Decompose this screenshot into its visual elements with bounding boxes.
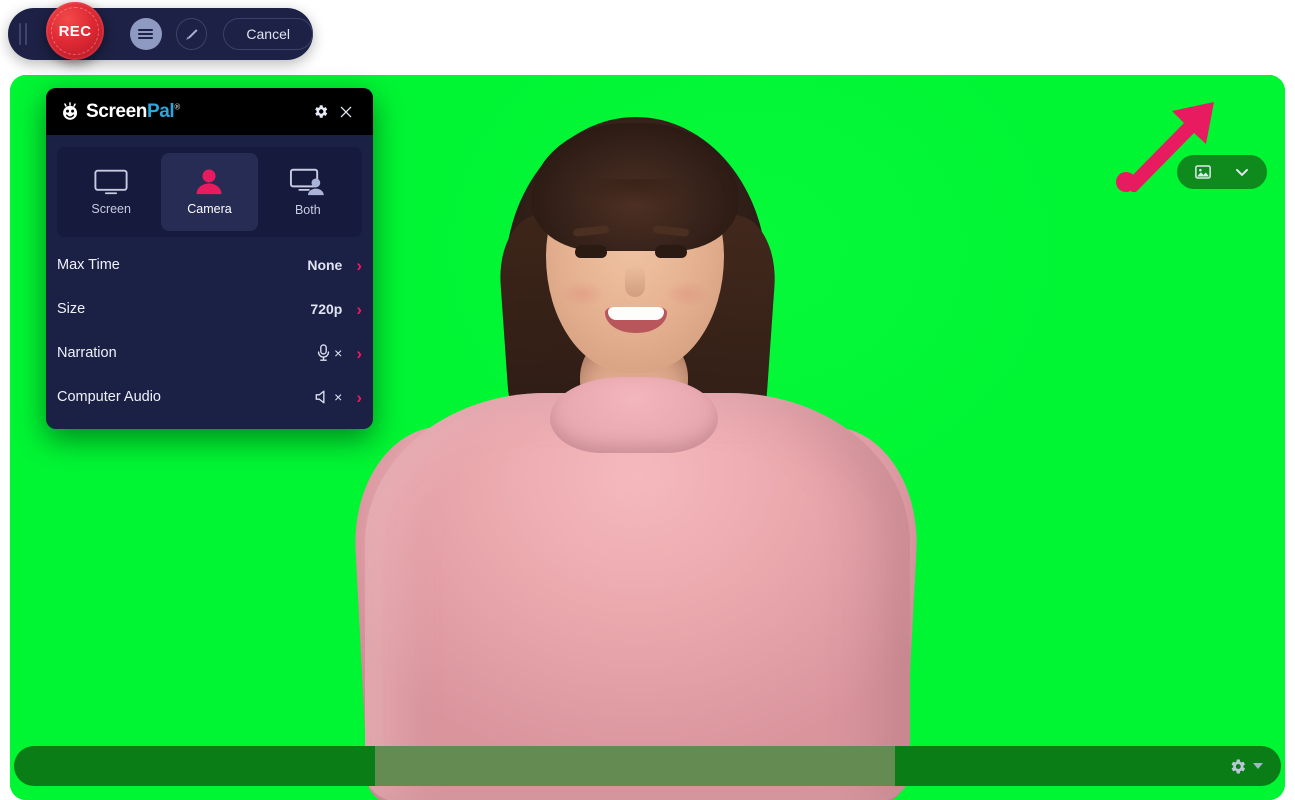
logo-text-secondary: Pal xyxy=(146,100,175,122)
close-icon xyxy=(340,106,352,117)
row-max-time-value: None xyxy=(307,257,343,273)
settings-rows: Max Time None › Size 720p › Narration × xyxy=(46,237,373,429)
toolbar-draw-button[interactable] xyxy=(175,18,208,50)
row-computer-audio-value: × xyxy=(314,389,342,405)
toolbar-menu-button[interactable] xyxy=(129,18,162,50)
subject-sweater xyxy=(365,393,910,800)
chevron-right-icon[interactable]: › xyxy=(356,345,362,362)
chevron-right-icon[interactable]: › xyxy=(356,389,362,406)
background-controls-pill xyxy=(1177,155,1267,189)
bottom-settings-button[interactable] xyxy=(1228,757,1247,776)
pencil-icon xyxy=(186,28,198,40)
panel-header: ScreenPal® xyxy=(46,88,373,135)
logo-trademark: ® xyxy=(174,102,180,112)
drag-line xyxy=(18,23,21,45)
logo-text-primary: Screen xyxy=(86,100,147,122)
cancel-button[interactable]: Cancel xyxy=(223,18,313,50)
speaker-off-icon xyxy=(315,390,325,404)
hamburger-line xyxy=(138,33,154,35)
subject-cheek-left xyxy=(561,281,605,307)
subject-collar xyxy=(550,377,718,453)
subject-eye-right xyxy=(655,245,687,258)
screenpal-logo: ScreenPal® xyxy=(60,101,180,123)
tab-screen[interactable]: Screen xyxy=(63,153,159,231)
image-background-button[interactable] xyxy=(1186,159,1220,185)
tab-camera-label: Camera xyxy=(187,201,232,216)
row-computer-audio-label: Computer Audio xyxy=(57,389,161,405)
bottom-settings-caret[interactable] xyxy=(1253,763,1263,769)
subject-nose xyxy=(625,265,645,297)
panel-settings-button[interactable] xyxy=(307,99,333,125)
row-narration-label: Narration xyxy=(57,345,117,361)
row-narration[interactable]: Narration × › xyxy=(57,331,362,375)
panel-close-button[interactable] xyxy=(333,99,359,125)
subject-eye-left xyxy=(575,245,607,258)
camera-subject xyxy=(349,75,925,800)
row-size[interactable]: Size 720p › xyxy=(57,287,362,331)
hamburger-line xyxy=(138,29,154,32)
microphone-off-icon xyxy=(318,344,330,361)
row-computer-audio[interactable]: Computer Audio × › xyxy=(57,375,362,419)
record-button-label: REC xyxy=(58,22,92,40)
gear-icon xyxy=(314,105,327,118)
row-narration-state: × xyxy=(334,345,343,361)
person-icon xyxy=(196,168,223,194)
tab-both[interactable]: Both xyxy=(260,153,356,231)
hamburger-icon xyxy=(138,28,154,40)
drag-line xyxy=(24,23,27,45)
record-button[interactable]: REC xyxy=(46,2,104,60)
row-size-label: Size xyxy=(57,301,86,317)
hamburger-line xyxy=(138,36,154,39)
tab-both-label: Both xyxy=(294,202,321,217)
screenpal-panel: ScreenPal® Screen Camera Both Max Time N… xyxy=(46,88,373,429)
screenpal-mascot-icon xyxy=(60,101,81,122)
row-size-value: 720p xyxy=(310,301,343,317)
toolbar-drag-handle[interactable] xyxy=(8,8,38,60)
row-max-time-label: Max Time xyxy=(57,257,120,273)
monitor-icon xyxy=(94,169,128,194)
image-icon xyxy=(1194,165,1211,179)
bottom-toolbar xyxy=(14,746,1281,786)
chevron-right-icon[interactable]: › xyxy=(356,301,362,318)
subject-cheek-right xyxy=(665,281,709,307)
row-narration-value: × xyxy=(316,344,342,362)
chevron-down-icon xyxy=(1235,168,1248,176)
background-expand-button[interactable] xyxy=(1225,159,1259,185)
row-computer-audio-state: × xyxy=(334,389,343,405)
screenpal-wordmark: ScreenPal® xyxy=(86,101,180,123)
row-max-time[interactable]: Max Time None › xyxy=(57,243,362,287)
gear-icon xyxy=(1231,759,1246,773)
capture-mode-tabs: Screen Camera Both xyxy=(57,147,362,237)
app-root: ScreenPal® Screen Camera Both Max Time N… xyxy=(0,0,1295,800)
tab-screen-label: Screen xyxy=(91,201,131,216)
chevron-right-icon[interactable]: › xyxy=(356,257,362,274)
monitor-person-icon xyxy=(289,168,324,195)
tab-camera[interactable]: Camera xyxy=(161,153,258,231)
